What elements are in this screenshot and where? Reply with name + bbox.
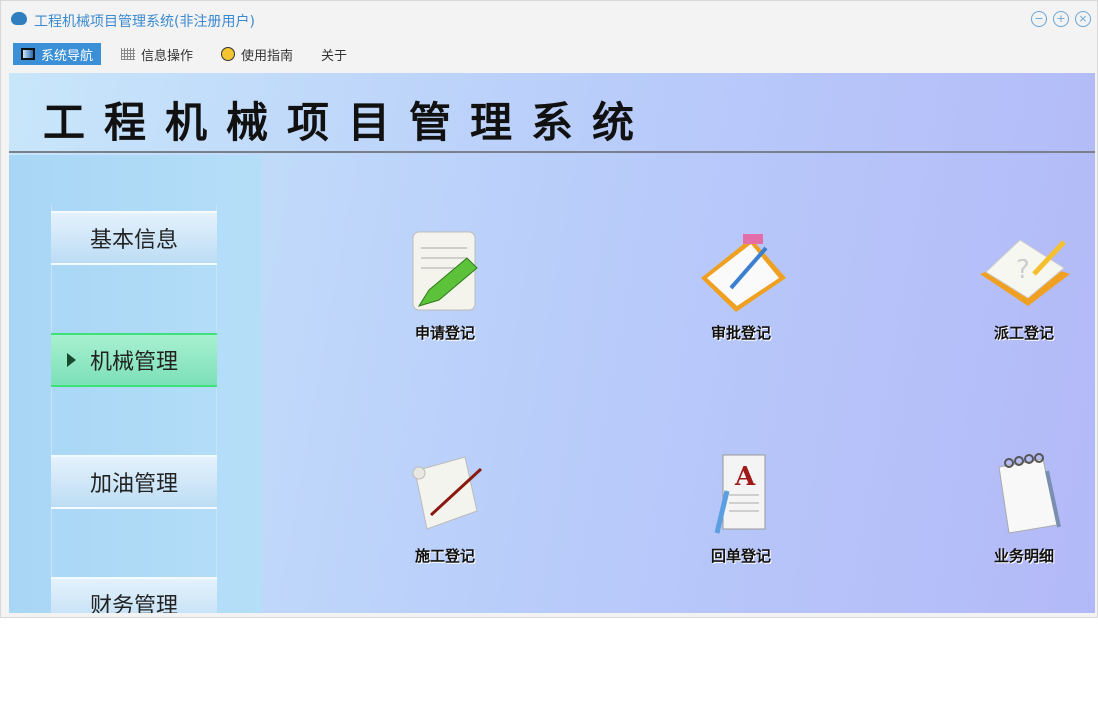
- tile-application[interactable]: 申请登记: [385, 228, 505, 343]
- main-content: 工程机械项目管理系统 基本信息 机械管理 加油管理 财务管理 申请登记 审批登记…: [9, 73, 1095, 613]
- menu-system-nav[interactable]: 系统导航: [13, 43, 102, 65]
- app-logo-icon: [11, 12, 27, 25]
- tile-label: 施工登记: [414, 547, 475, 565]
- tile-approval[interactable]: 审批登记: [681, 228, 801, 343]
- menu-label: 系统导航: [41, 48, 94, 64]
- document-letter-icon: A: [714, 454, 766, 534]
- svg-text:?: ?: [1016, 255, 1030, 285]
- nav-label: 机械管理: [90, 350, 179, 375]
- grid-icon: [121, 48, 136, 60]
- tile-label: 回单登记: [710, 547, 771, 565]
- spiral-notebook-icon: [998, 453, 1061, 534]
- tile-dispatch[interactable]: ? 派工登记: [964, 228, 1084, 343]
- tile-label: 审批登记: [710, 324, 771, 342]
- nav-label: 财务管理: [89, 594, 178, 613]
- banner: 工程机械项目管理系统: [9, 73, 1095, 153]
- clipboard-icon: [701, 234, 786, 312]
- sidebar-item-basic-info[interactable]: 基本信息: [51, 211, 217, 265]
- notepad-pencil-icon: [412, 231, 478, 311]
- menu-bar: 系统导航 信息操作 使用指南 关于: [13, 43, 367, 65]
- menu-guide[interactable]: 使用指南: [213, 43, 301, 65]
- book-pen-icon: ?: [980, 239, 1070, 306]
- window-title: 工程机械项目管理系统(非注册用户): [34, 14, 255, 30]
- monitor-icon: [21, 48, 35, 60]
- sidebar-item-fuel[interactable]: 加油管理: [51, 455, 217, 509]
- svg-text:A: A: [734, 462, 756, 492]
- menu-label: 信息操作: [141, 48, 194, 64]
- tile-receipt[interactable]: A 回单登记: [681, 451, 801, 566]
- maximize-icon[interactable]: +: [1053, 11, 1069, 27]
- tile-label: 申请登记: [414, 324, 475, 342]
- title-bar: 工程机械项目管理系统(非注册用户) − + ×: [1, 1, 1097, 37]
- arrow-right-icon: [67, 353, 76, 367]
- nav-label: 加油管理: [89, 472, 178, 497]
- menu-label: 使用指南: [241, 48, 294, 64]
- banner-title: 工程机械项目管理系统: [43, 98, 654, 147]
- menu-label: 关于: [321, 48, 348, 64]
- scroll-quill-icon: [412, 456, 483, 530]
- sidebar-rail: [51, 205, 217, 613]
- menu-info-ops[interactable]: 信息操作: [113, 43, 201, 65]
- sidebar-item-finance[interactable]: 财务管理: [51, 577, 217, 613]
- tile-construction[interactable]: 施工登记: [385, 451, 505, 566]
- menu-about[interactable]: 关于: [313, 43, 355, 65]
- tile-label: 派工登记: [993, 324, 1054, 342]
- sidebar: 基本信息 机械管理 加油管理 财务管理: [9, 155, 262, 613]
- minimize-icon[interactable]: −: [1031, 11, 1047, 27]
- close-icon[interactable]: ×: [1075, 11, 1091, 27]
- nav-label: 基本信息: [89, 228, 178, 253]
- tile-business-detail[interactable]: 业务明细: [964, 451, 1084, 566]
- sidebar-item-machinery[interactable]: 机械管理: [51, 333, 217, 387]
- help-icon: [221, 47, 236, 61]
- app-window: 工程机械项目管理系统(非注册用户) − + × 系统导航 信息操作 使用指南 关…: [0, 0, 1098, 618]
- tile-label: 业务明细: [993, 547, 1054, 565]
